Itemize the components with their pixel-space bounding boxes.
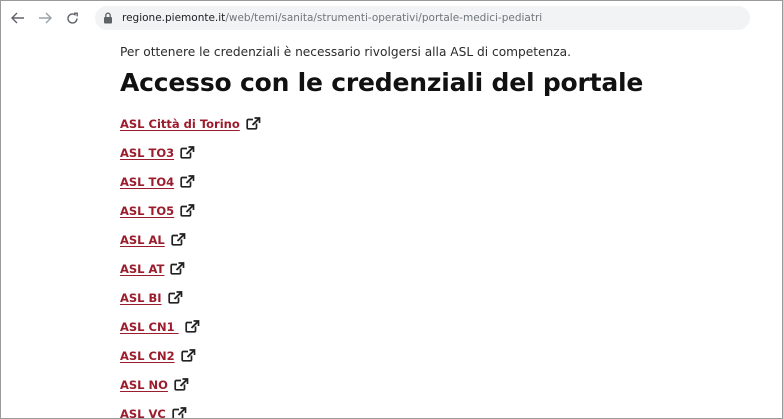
external-link-icon[interactable] <box>170 262 185 275</box>
browser-toolbar: regione.piemonte.it/web/temi/sanita/stru… <box>1 1 782 35</box>
asl-link[interactable]: ASL TO3 <box>120 146 174 160</box>
external-link-icon[interactable] <box>172 407 187 418</box>
list-item: ASL AT <box>120 254 780 283</box>
lock-icon[interactable] <box>103 12 115 24</box>
asl-link[interactable]: ASL NO <box>120 378 168 392</box>
list-item: ASL TO5 <box>120 196 780 225</box>
url-host: regione.piemonte.it <box>122 12 226 24</box>
external-link-icon[interactable] <box>180 175 195 188</box>
asl-link[interactable]: ASL AL <box>120 233 165 247</box>
arrow-right-icon[interactable] <box>34 7 56 29</box>
list-item: ASL TO3 <box>120 138 780 167</box>
asl-link[interactable]: ASL TO5 <box>120 204 174 218</box>
external-link-icon[interactable] <box>171 233 186 246</box>
asl-link-list: ASL Città di Torino ASL TO3 ASL TO4 ASL TO5… <box>120 109 780 419</box>
address-bar[interactable]: regione.piemonte.it/web/temi/sanita/stru… <box>95 6 750 30</box>
list-item: ASL BI <box>120 283 780 312</box>
list-item: ASL NO <box>120 370 780 399</box>
external-link-icon[interactable] <box>180 204 195 217</box>
asl-link[interactable]: ASL Città di Torino <box>120 117 240 131</box>
list-item: ASL VC <box>120 399 780 419</box>
list-item: ASL TO4 <box>120 167 780 196</box>
list-item: ASL Città di Torino <box>120 109 780 138</box>
asl-link[interactable]: ASL BI <box>120 291 162 305</box>
asl-link[interactable]: ASL TO4 <box>120 175 174 189</box>
external-link-icon[interactable] <box>174 378 189 391</box>
reload-icon[interactable] <box>61 7 83 29</box>
list-item: ASL AL <box>120 225 780 254</box>
arrow-left-icon[interactable] <box>7 7 29 29</box>
list-item: ASL CN1 <box>120 312 780 341</box>
url-path: /web/temi/sanita/strumenti-operativi/por… <box>225 12 543 24</box>
asl-link[interactable]: ASL CN2 <box>120 349 175 363</box>
external-link-icon[interactable] <box>167 291 183 304</box>
intro-text: Per ottenere le credenziali è necessario… <box>120 45 572 59</box>
page-content: Per ottenere le credenziali è necessario… <box>120 35 780 419</box>
asl-link[interactable]: ASL AT <box>120 262 164 276</box>
external-link-icon[interactable] <box>184 320 200 333</box>
external-link-icon[interactable] <box>180 349 196 362</box>
asl-link[interactable]: ASL VC <box>120 407 166 419</box>
list-item: ASL CN2 <box>120 341 780 370</box>
asl-link[interactable]: ASL CN1 <box>120 320 179 334</box>
external-link-icon[interactable] <box>246 117 261 130</box>
page-title: Accesso con le credenziali del portale <box>120 68 644 97</box>
browser-window: regione.piemonte.it/web/temi/sanita/stru… <box>0 0 783 419</box>
external-link-icon[interactable] <box>180 146 195 159</box>
